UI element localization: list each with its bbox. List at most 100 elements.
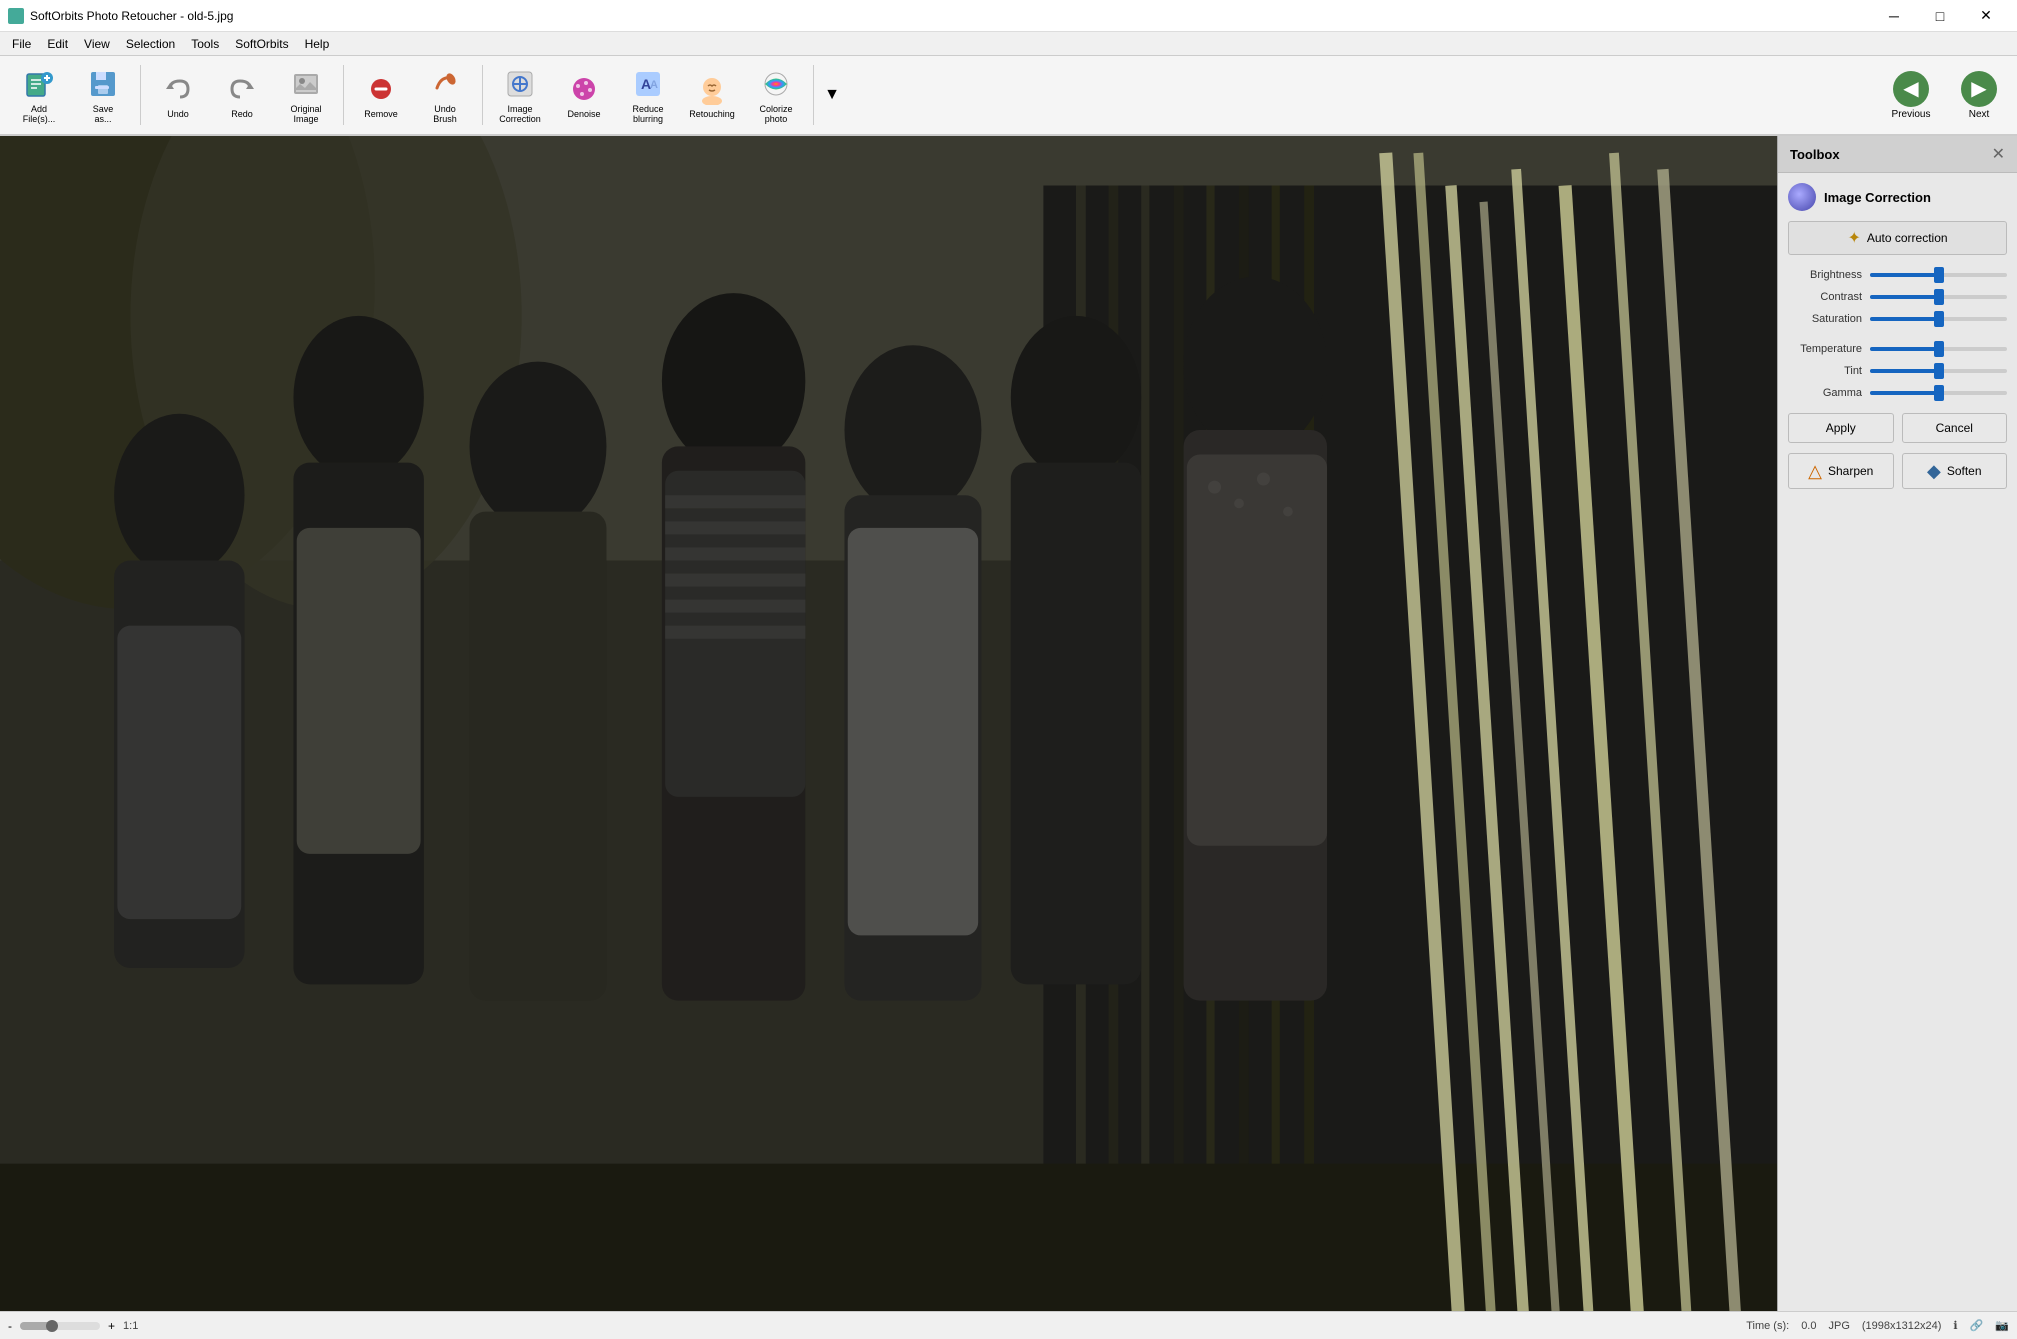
zoom-control: - + 1:1 xyxy=(8,1319,138,1333)
menu-view[interactable]: View xyxy=(76,35,118,53)
saturation-thumb[interactable] xyxy=(1934,311,1944,327)
toolbox-close-button[interactable]: ✕ xyxy=(1992,144,2005,164)
zoom-out-button[interactable]: - xyxy=(8,1319,12,1333)
temperature-thumb[interactable] xyxy=(1934,341,1944,357)
menu-bar: File Edit View Selection Tools SoftOrbit… xyxy=(0,32,2017,56)
reduce-blurring-icon: AA xyxy=(630,66,666,102)
tint-thumb[interactable] xyxy=(1934,363,1944,379)
temperature-fill xyxy=(1870,347,1939,351)
add-files-button[interactable]: Add File(s)... xyxy=(8,60,70,130)
sharpen-button[interactable]: △ Sharpen xyxy=(1788,453,1894,489)
more-options-button[interactable]: ▼ xyxy=(820,60,844,130)
undo-label: Undo xyxy=(167,109,189,119)
undo-icon xyxy=(160,71,196,107)
more-options-icon: ▼ xyxy=(824,86,840,104)
maximize-button[interactable]: □ xyxy=(1917,0,1963,32)
retouching-label: Retouching xyxy=(689,109,735,119)
menu-selection[interactable]: Selection xyxy=(118,35,183,53)
app-icon xyxy=(8,8,24,24)
brightness-thumb[interactable] xyxy=(1934,267,1944,283)
redo-button[interactable]: Redo xyxy=(211,60,273,130)
saturation-label: Saturation xyxy=(1788,313,1870,325)
undo-brush-button[interactable]: Undo Brush xyxy=(414,60,476,130)
menu-tools[interactable]: Tools xyxy=(183,35,227,53)
gamma-thumb[interactable] xyxy=(1934,385,1944,401)
status-bar: - + 1:1 Time (s): 0.0 JPG (1998x1312x24)… xyxy=(0,1311,2017,1339)
zoom-thumb[interactable] xyxy=(46,1320,58,1332)
status-right: Time (s): 0.0 JPG (1998x1312x24) ℹ 🔗 📷 xyxy=(1746,1319,2009,1332)
remove-button[interactable]: Remove xyxy=(350,60,412,130)
original-image-icon xyxy=(288,66,324,102)
share-icon[interactable]: 🔗 xyxy=(1970,1319,1984,1332)
temperature-row: Temperature xyxy=(1788,343,2007,355)
close-button[interactable]: ✕ xyxy=(1963,0,2009,32)
image-correction-label: Image Correction xyxy=(499,104,541,124)
soften-button[interactable]: ◆ Soften xyxy=(1902,453,2008,489)
reduce-blurring-button[interactable]: AA Reduce blurring xyxy=(617,60,679,130)
toolbox-title: Toolbox xyxy=(1790,147,1840,162)
zoom-level: 1:1 xyxy=(123,1320,138,1332)
tint-row: Tint xyxy=(1788,365,2007,377)
dimensions-text: (1998x1312x24) xyxy=(1862,1320,1942,1332)
contrast-track[interactable] xyxy=(1870,295,2007,299)
denoise-icon xyxy=(566,71,602,107)
soften-label: Soften xyxy=(1947,464,1982,478)
gamma-fill xyxy=(1870,391,1939,395)
info-icon[interactable]: ℹ xyxy=(1953,1319,1957,1332)
denoise-button[interactable]: Denoise xyxy=(553,60,615,130)
save-as-button[interactable]: Save as... xyxy=(72,60,134,130)
previous-button[interactable]: ◀ Previous xyxy=(1881,71,1941,120)
time-value: 0.0 xyxy=(1801,1320,1816,1332)
original-image-button[interactable]: Original Image xyxy=(275,60,337,130)
undo-button[interactable]: Undo xyxy=(147,60,209,130)
gamma-track[interactable] xyxy=(1870,391,2007,395)
previous-icon: ◀ xyxy=(1893,71,1929,107)
brightness-fill xyxy=(1870,273,1939,277)
auto-correction-label: Auto correction xyxy=(1867,231,1948,245)
nav-buttons: ◀ Previous ▶ Next xyxy=(1881,71,2009,120)
add-files-label: Add File(s)... xyxy=(23,104,56,124)
auto-correction-button[interactable]: ✦ Auto correction xyxy=(1788,221,2007,255)
toolbar: Add File(s)... Save as... Undo Redo Orig… xyxy=(0,56,2017,136)
menu-file[interactable]: File xyxy=(4,35,39,53)
minimize-button[interactable]: ─ xyxy=(1871,0,1917,32)
correction-header: Image Correction xyxy=(1788,183,2007,211)
gamma-row: Gamma xyxy=(1788,387,2007,399)
apply-button[interactable]: Apply xyxy=(1788,413,1894,443)
menu-help[interactable]: Help xyxy=(297,35,338,53)
zoom-in-button[interactable]: + xyxy=(108,1319,115,1333)
colorize-photo-icon xyxy=(758,66,794,102)
menu-edit[interactable]: Edit xyxy=(39,35,76,53)
menu-softorbits[interactable]: SoftOrbits xyxy=(227,35,296,53)
colorize-photo-button[interactable]: Colorize photo xyxy=(745,60,807,130)
retouching-icon xyxy=(694,71,730,107)
zoom-slider-visual[interactable] xyxy=(20,1322,100,1330)
temperature-track[interactable] xyxy=(1870,347,2007,351)
main-content: Toolbox ✕ Image Correction ✦ Auto correc… xyxy=(0,136,2017,1311)
tint-track[interactable] xyxy=(1870,369,2007,373)
action-buttons: Apply Cancel xyxy=(1788,413,2007,443)
temperature-label: Temperature xyxy=(1788,343,1870,355)
correction-title: Image Correction xyxy=(1824,190,1931,205)
retouching-button[interactable]: Retouching xyxy=(681,60,743,130)
next-icon: ▶ xyxy=(1961,71,1997,107)
remove-label: Remove xyxy=(364,109,398,119)
contrast-thumb[interactable] xyxy=(1934,289,1944,305)
save-as-label: Save as... xyxy=(93,104,114,124)
brightness-row: Brightness xyxy=(1788,269,2007,281)
original-image-label: Original Image xyxy=(290,104,321,124)
undo-brush-icon xyxy=(427,66,463,102)
next-button[interactable]: ▶ Next xyxy=(1949,71,2009,120)
svg-text:A: A xyxy=(650,79,658,91)
title-controls: ─ □ ✕ xyxy=(1871,0,2009,32)
tint-label: Tint xyxy=(1788,365,1870,377)
window-title: SoftOrbits Photo Retoucher - old-5.jpg xyxy=(30,9,233,23)
image-correction-icon xyxy=(502,66,538,102)
image-correction-button[interactable]: Image Correction xyxy=(489,60,551,130)
cancel-button[interactable]: Cancel xyxy=(1902,413,2008,443)
separator-2 xyxy=(343,65,344,125)
saturation-track[interactable] xyxy=(1870,317,2007,321)
brightness-track[interactable] xyxy=(1870,273,2007,277)
toolbox-header: Toolbox ✕ xyxy=(1778,136,2017,173)
camera-icon[interactable]: 📷 xyxy=(1995,1319,2009,1332)
